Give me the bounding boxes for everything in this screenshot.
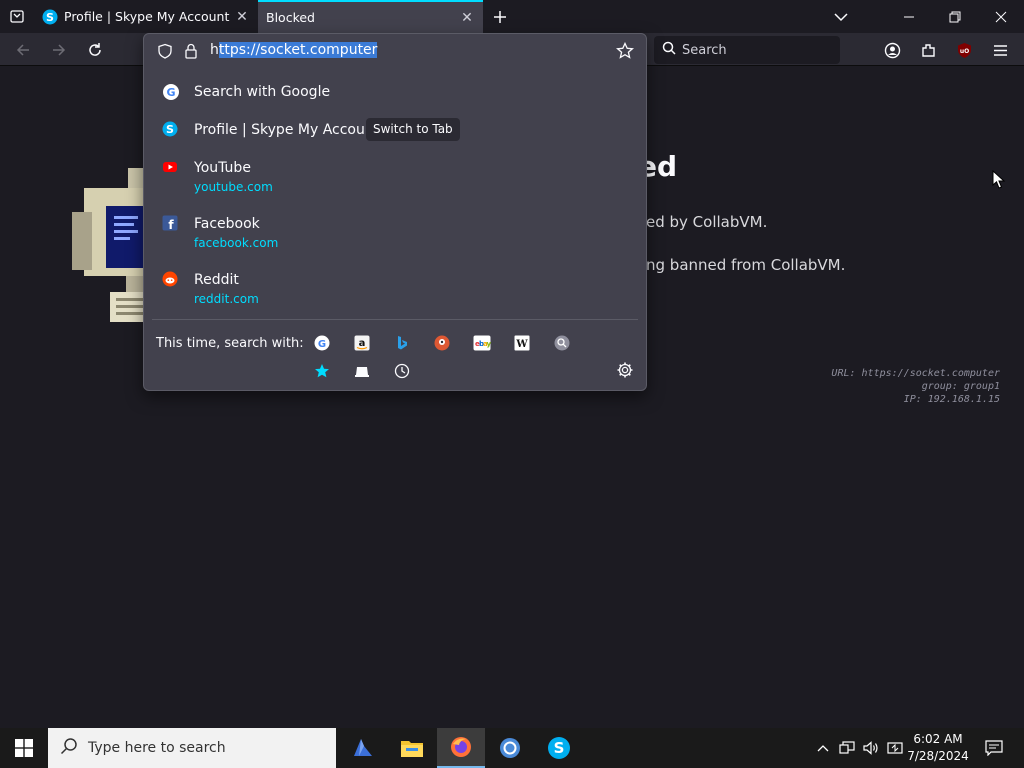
extensions-icon[interactable] [915,37,941,63]
result-title: Facebook [194,216,260,232]
result-facebook[interactable]: f Facebook facebook.com [144,212,646,252]
svg-text:f: f [168,218,174,231]
close-tab-icon[interactable]: ✕ [459,10,475,26]
result-title: Search with Google [194,84,331,100]
forward-button[interactable] [46,37,72,63]
svg-text:uO: uO [959,48,968,55]
facebook-icon: f [162,215,178,232]
tab-blocked[interactable]: Blocked ✕ [258,0,483,33]
back-button[interactable] [10,37,36,63]
magnifier-engine-icon[interactable] [553,334,571,352]
tab-skype[interactable]: S Profile | Skype My Account ✕ [34,0,258,33]
retro-computer-illustration [72,168,150,322]
url-input[interactable]: https://socket.computer [210,42,378,58]
tab-strip: S Profile | Skype My Account ✕ Blocked ✕ [0,0,1024,33]
show-hidden-icons-chevron-icon[interactable] [814,739,832,757]
result-url: facebook.com [194,236,279,250]
mouse-cursor-icon [992,170,1006,189]
shield-icon[interactable] [156,42,174,60]
start-button[interactable] [0,728,48,768]
result-search-google[interactable]: G Search with Google [144,80,646,104]
taskbar-search-placeholder: Type here to search [88,740,226,756]
search-settings-gear-icon[interactable] [616,361,636,381]
minimize-button[interactable] [886,0,932,33]
svg-text:a: a [359,338,366,349]
amazon-engine-icon[interactable]: a [353,334,371,352]
tab-list-dropdown-icon[interactable] [818,0,864,33]
clock-time: 6:02 AM [913,732,963,746]
reddit-icon [162,271,178,287]
meta-ip: IP: 192.168.1.15 [903,394,1000,405]
tab-title: Blocked [266,10,315,25]
youtube-icon [162,159,178,175]
svg-text:S: S [46,11,54,24]
svg-text:y: y [487,340,492,348]
restore-button[interactable] [932,0,978,33]
file-explorer-icon[interactable] [388,728,436,768]
wikipedia-engine-icon[interactable]: W [513,334,531,352]
history-clock-icon[interactable] [393,362,411,380]
svg-text:G: G [318,339,326,350]
network-icon[interactable] [838,739,856,757]
svg-text:W: W [515,339,528,350]
result-reddit[interactable]: Reddit reddit.com [144,268,646,308]
svg-text:G: G [166,86,175,99]
volume-icon[interactable] [862,739,880,757]
account-icon[interactable] [879,37,905,63]
google-engine-icon[interactable]: G [313,334,331,352]
ban-message: ng banned from CollabVM. [646,256,846,274]
ebay-engine-icon[interactable]: ebay [473,334,491,352]
svg-text:S: S [554,739,565,757]
new-tab-button[interactable] [488,5,512,29]
bing-engine-icon[interactable] [393,334,411,352]
result-url: reddit.com [194,292,259,306]
system-clock[interactable]: 6:02 AM 7/28/2024 [906,731,970,765]
connection-info: URL: https://socket.computer group: grou… [831,367,1000,406]
notifications-icon[interactable] [976,728,1012,768]
skype-icon[interactable]: S [535,728,583,768]
address-bar-dropdown: https://socket.computer G Search with Go… [143,33,647,391]
list-all-tabs-icon[interactable] [4,4,30,28]
result-title: YouTube [194,160,251,176]
taskbar-search-box[interactable]: Type here to search [48,728,336,768]
result-title: Reddit [194,272,239,288]
duckduckgo-engine-icon[interactable] [433,334,451,352]
taskbar: Type here to search S 6:02 AM 7/28/2024 [0,728,1024,768]
switch-to-tab-badge[interactable]: Switch to Tab [366,118,460,141]
address-bar[interactable]: https://socket.computer [144,34,646,67]
search-icon [662,41,676,59]
search-placeholder: Search [682,42,727,58]
url-selection: ttps://socket.computer [218,42,378,58]
close-window-button[interactable] [978,0,1024,33]
reload-button[interactable] [82,37,108,63]
divider [152,319,638,320]
ublock-origin-icon[interactable]: uO [951,37,977,63]
tabs-icon[interactable] [353,362,371,380]
google-icon: G [162,83,179,100]
skype-icon: S [162,121,178,137]
blocked-message: ed by CollabVM. [646,213,768,231]
result-url: youtube.com [194,180,273,194]
search-bar[interactable]: Search [654,36,840,64]
result-title: Profile | Skype My Account [194,122,380,138]
app-shark-icon[interactable] [339,728,387,768]
clock-date: 7/28/2024 [907,749,969,763]
battery-saver-icon[interactable] [886,739,904,757]
result-youtube[interactable]: YouTube youtube.com [144,156,646,196]
meta-group: group: group1 [921,381,1000,392]
svg-text:S: S [166,123,174,136]
search-icon [60,737,78,759]
tab-title: Profile | Skype My Account [64,9,230,24]
lock-icon[interactable] [182,42,200,60]
menu-icon[interactable] [987,37,1013,63]
close-tab-icon[interactable]: ✕ [234,9,250,25]
oneoff-search-label: This time, search with: [156,336,304,351]
url-prefix: h [210,42,219,58]
skype-icon: S [42,9,58,25]
bookmark-star-icon[interactable] [616,42,634,60]
meta-url: URL: https://socket.computer [831,368,1000,379]
chrome-icon[interactable] [486,728,534,768]
bookmarks-star-icon[interactable] [313,362,331,380]
firefox-icon[interactable] [437,728,485,768]
